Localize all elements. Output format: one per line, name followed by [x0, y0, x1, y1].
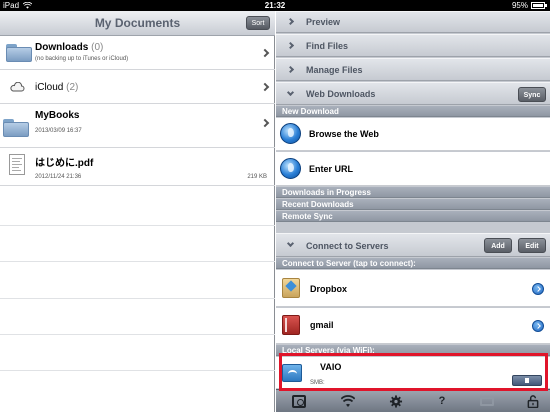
chevron-right-icon: [286, 17, 295, 26]
sync-button[interactable]: Sync: [518, 87, 546, 102]
help-icon[interactable]: ?: [435, 395, 449, 408]
edit-servers-button[interactable]: Edit: [518, 238, 546, 253]
add-server-button[interactable]: Add: [484, 238, 512, 253]
section-find-files[interactable]: Find Files: [276, 34, 550, 57]
item-name: MyBooks: [35, 110, 80, 121]
detail-disclosure-icon[interactable]: [532, 320, 544, 332]
item-name: Downloads: [35, 42, 89, 53]
folder-icon: [3, 119, 29, 137]
wifi-icon[interactable]: [341, 395, 355, 408]
chevron-right-icon: [260, 118, 270, 128]
item-name: はじめに.pdf: [35, 158, 94, 169]
section-label: Preview: [306, 17, 341, 27]
row-divider: [0, 370, 275, 371]
item-label: Browse the Web: [309, 129, 379, 139]
display-icon[interactable]: [480, 397, 494, 406]
section-web-downloads[interactable]: Web Downloads Sync: [276, 82, 550, 105]
server-dropbox[interactable]: Dropbox: [276, 270, 550, 307]
pdf-file-icon: [9, 154, 25, 175]
globe-icon: [280, 158, 301, 179]
ipad-screen: iPad 21:32 95% My Documents Sort Downloa…: [0, 0, 550, 412]
detail-disclosure-icon[interactable]: [532, 283, 544, 295]
chevron-right-icon: [286, 41, 295, 50]
list-item-icloud[interactable]: iCloud (2): [0, 70, 275, 104]
globe-icon: [280, 123, 301, 144]
section-label: Find Files: [306, 41, 349, 51]
item-file-size: 219 KB: [247, 174, 267, 180]
gear-icon[interactable]: [389, 395, 403, 408]
folder-icon: [6, 44, 32, 62]
section-label: Manage Files: [306, 65, 363, 75]
item-subtitle: (no backing up to iTunes or iCloud): [35, 56, 129, 62]
cloud-icon: [10, 82, 25, 92]
row-divider: [0, 225, 275, 226]
section-label: Connect to Servers: [306, 241, 389, 251]
page-title: My Documents: [94, 16, 181, 30]
highlight-box: [279, 353, 548, 391]
server-gmail[interactable]: gmail: [276, 308, 550, 344]
battery-percent: 95%: [511, 1, 528, 10]
item-count: (2): [66, 82, 79, 93]
chevron-right-icon: [260, 48, 270, 58]
list-item-mybooks[interactable]: MyBooks 2013/03/09 16:37: [0, 104, 275, 148]
section-preview[interactable]: Preview: [276, 11, 550, 33]
battery-icon: [531, 2, 545, 9]
server-name: gmail: [310, 320, 334, 330]
section-manage-files[interactable]: Manage Files: [276, 58, 550, 81]
item-timestamp: 2012/11/24 21:36: [35, 174, 82, 180]
row-divider: [0, 261, 275, 262]
row-divider: [0, 298, 275, 299]
remote-sync[interactable]: Remote Sync: [276, 211, 550, 222]
connect-to-server-header: Connect to Server (tap to connect):: [276, 258, 550, 269]
status-bar: iPad 21:32 95%: [0, 0, 550, 11]
dropbox-icon: [282, 278, 300, 298]
chevron-down-icon: [286, 88, 295, 97]
sort-button[interactable]: Sort: [246, 16, 270, 30]
clock: 21:32: [264, 1, 286, 10]
actions-pane: Preview Find Files Manage Files Web Down…: [276, 11, 550, 412]
list-item-pdf[interactable]: はじめに.pdf 2012/11/24 21:36 219 KB: [0, 148, 275, 186]
browse-web-item[interactable]: Browse the Web: [276, 118, 550, 151]
server-name: Dropbox: [310, 284, 347, 294]
chevron-down-icon: [286, 239, 295, 248]
new-download-header: New Download: [276, 106, 550, 117]
camera-icon[interactable]: [292, 395, 306, 408]
bottom-toolbar: ?: [276, 389, 550, 412]
documents-header: My Documents Sort: [0, 11, 275, 36]
item-timestamp: 2013/03/09 16:37: [35, 128, 82, 134]
item-name: iCloud: [35, 82, 64, 93]
item-label: Enter URL: [309, 164, 354, 174]
section-label: Web Downloads: [306, 89, 376, 99]
enter-url-item[interactable]: Enter URL: [276, 152, 550, 186]
gmail-icon: [282, 315, 300, 335]
lock-icon[interactable]: [526, 395, 540, 408]
row-divider: [0, 334, 275, 335]
item-count: (0): [91, 42, 104, 53]
section-connect-to-servers[interactable]: Connect to Servers Add Edit: [276, 233, 550, 257]
chevron-right-icon: [286, 65, 295, 74]
documents-pane: My Documents Sort Downloads (0) (no back…: [0, 11, 275, 412]
downloads-in-progress[interactable]: Downloads in Progress: [276, 187, 550, 198]
recent-downloads[interactable]: Recent Downloads: [276, 199, 550, 210]
list-item-downloads[interactable]: Downloads (0) (no backing up to iTunes o…: [0, 37, 275, 70]
chevron-right-icon: [260, 82, 270, 92]
